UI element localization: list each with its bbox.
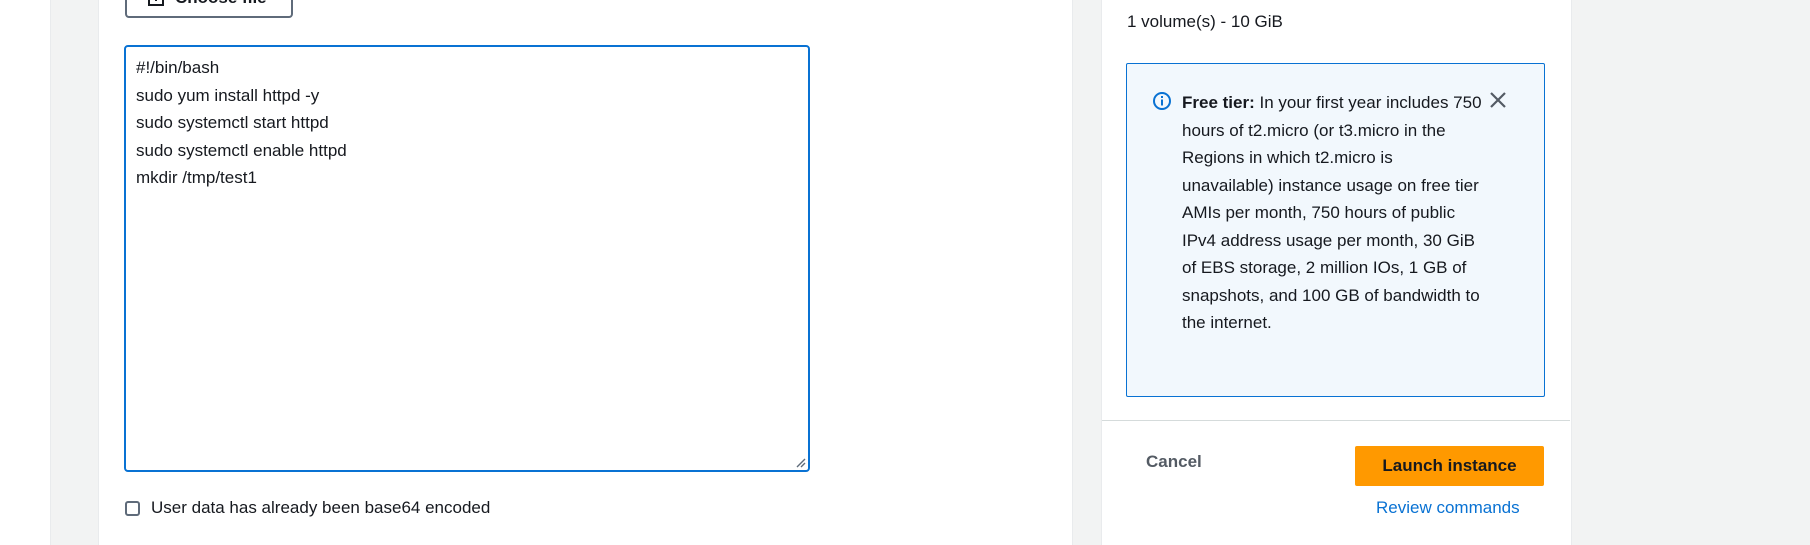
close-icon[interactable] bbox=[1488, 90, 1508, 115]
info-icon bbox=[1152, 91, 1172, 116]
actions-divider bbox=[1102, 420, 1570, 421]
user-data-line: mkdir /tmp/test1 bbox=[136, 168, 257, 187]
user-data-content: #!/bin/bash sudo yum install httpd -y sudo… bbox=[126, 47, 808, 199]
review-commands-link[interactable]: Review commands bbox=[1376, 498, 1520, 518]
base64-checkbox[interactable] bbox=[125, 500, 140, 516]
user-data-line: sudo systemctl start httpd bbox=[136, 113, 329, 132]
free-tier-text: In your first year includes 750 hours of… bbox=[1182, 93, 1482, 332]
volume-summary: 1 volume(s) - 10 GiB bbox=[1127, 12, 1283, 31]
left-gutter bbox=[0, 0, 51, 545]
launch-instance-label: Launch instance bbox=[1382, 456, 1517, 475]
free-tier-message: Free tier: In your first year includes 7… bbox=[1182, 89, 1482, 337]
user-data-line: sudo systemctl enable httpd bbox=[136, 140, 347, 160]
free-tier-title: Free tier: bbox=[1182, 93, 1255, 112]
user-data-line: #!/bin/bash bbox=[136, 58, 220, 77]
user-data-textarea[interactable]: #!/bin/bash sudo yum install httpd -y sudo… bbox=[124, 45, 810, 472]
choose-file-label: Choose file bbox=[175, 0, 267, 8]
base64-checkbox-label: User data has already been base64 encode… bbox=[151, 498, 491, 517]
choose-file-button[interactable]: Choose file bbox=[125, 0, 293, 18]
free-tier-alert: Free tier: In your first year includes 7… bbox=[1126, 63, 1545, 397]
user-data-line: sudo yum install httpd -y bbox=[136, 85, 320, 105]
cancel-button[interactable]: Cancel bbox=[1146, 452, 1202, 472]
resize-handle-icon[interactable] bbox=[794, 456, 806, 468]
base64-checkbox-row[interactable]: User data has already been base64 encode… bbox=[125, 498, 490, 518]
launch-instance-button[interactable]: Launch instance bbox=[1355, 446, 1544, 486]
upload-icon bbox=[147, 0, 165, 7]
